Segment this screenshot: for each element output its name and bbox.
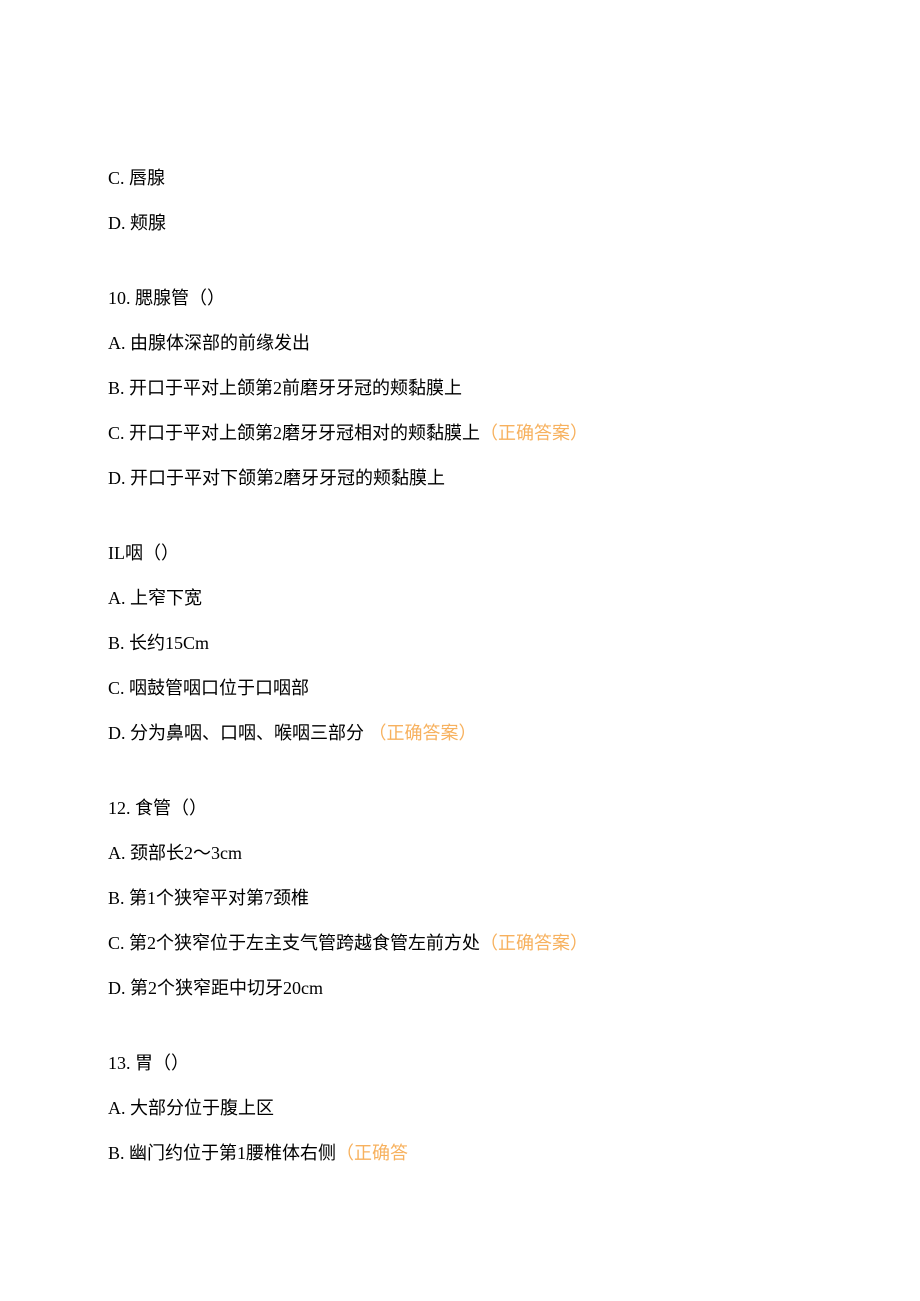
option-text: B. 幽门约位于第1腰椎体右侧 [108, 1143, 336, 1163]
q10-option-c: C. 开口于平对上颌第2磨牙牙冠相对的颊黏膜上（正确答案） [108, 420, 812, 447]
option-text: C. 唇腺 [108, 168, 165, 188]
question-text: 12. 食管（） [108, 798, 207, 818]
q10-option-b: B. 开口于平对上颌第2前磨牙牙冠的颊黏膜上 [108, 375, 812, 402]
q11-stem: IL咽（） [108, 540, 812, 567]
option-text: A. 大部分位于腹上区 [108, 1098, 274, 1118]
option-text: D. 颊腺 [108, 213, 166, 233]
option-text: D. 开口于平对下颌第2磨牙牙冠的颊黏膜上 [108, 468, 445, 488]
q12-option-a: A. 颈部长2〜3cm [108, 840, 812, 867]
question-text: IL咽（） [108, 543, 179, 563]
option-text: A. 由腺体深部的前缘发出 [108, 333, 310, 353]
option-text: C. 第2个狭窄位于左主支气管跨越食管左前方处 [108, 933, 480, 953]
correct-answer-badge: （正确答案） [369, 723, 477, 743]
option-text: B. 长约15Cm [108, 633, 209, 653]
question-text: 10. 腮腺管（） [108, 288, 225, 308]
q9-option-c: C. 唇腺 [108, 165, 812, 192]
q10-stem: 10. 腮腺管（） [108, 285, 812, 312]
q13-option-a: A. 大部分位于腹上区 [108, 1095, 812, 1122]
q12-stem: 12. 食管（） [108, 795, 812, 822]
q10-option-a: A. 由腺体深部的前缘发出 [108, 330, 812, 357]
option-text: A. 上窄下宽 [108, 588, 202, 608]
q11-option-a: A. 上窄下宽 [108, 585, 812, 612]
correct-answer-badge: （正确答案） [480, 423, 588, 443]
option-text: A. 颈部长2〜3cm [108, 843, 242, 863]
document-body: C. 唇腺 D. 颊腺 10. 腮腺管（） A. 由腺体深部的前缘发出 B. 开… [108, 165, 812, 1167]
q13-stem: 13. 胃（） [108, 1050, 812, 1077]
q12-option-b: B. 第1个狭窄平对第7颈椎 [108, 885, 812, 912]
q12-option-c: C. 第2个狭窄位于左主支气管跨越食管左前方处（正确答案） [108, 930, 812, 957]
option-text: C. 咽鼓管咽口位于口咽部 [108, 678, 309, 698]
q11-option-d: D. 分为鼻咽、口咽、喉咽三部分 （正确答案） [108, 720, 812, 747]
correct-answer-badge: （正确答案） [480, 933, 588, 953]
q11-option-b: B. 长约15Cm [108, 630, 812, 657]
option-text: B. 开口于平对上颌第2前磨牙牙冠的颊黏膜上 [108, 378, 462, 398]
question-text: 13. 胃（） [108, 1053, 189, 1073]
q10-option-d: D. 开口于平对下颌第2磨牙牙冠的颊黏膜上 [108, 465, 812, 492]
option-text: B. 第1个狭窄平对第7颈椎 [108, 888, 309, 908]
correct-answer-badge: （正确答 [336, 1143, 408, 1163]
option-text: C. 开口于平对上颌第2磨牙牙冠相对的颊黏膜上 [108, 423, 480, 443]
q9-option-d: D. 颊腺 [108, 210, 812, 237]
q11-option-c: C. 咽鼓管咽口位于口咽部 [108, 675, 812, 702]
q13-option-b: B. 幽门约位于第1腰椎体右侧（正确答 [108, 1140, 812, 1167]
option-text: D. 第2个狭窄距中切牙20cm [108, 978, 323, 998]
option-text: D. 分为鼻咽、口咽、喉咽三部分 [108, 723, 364, 743]
q12-option-d: D. 第2个狭窄距中切牙20cm [108, 975, 812, 1002]
